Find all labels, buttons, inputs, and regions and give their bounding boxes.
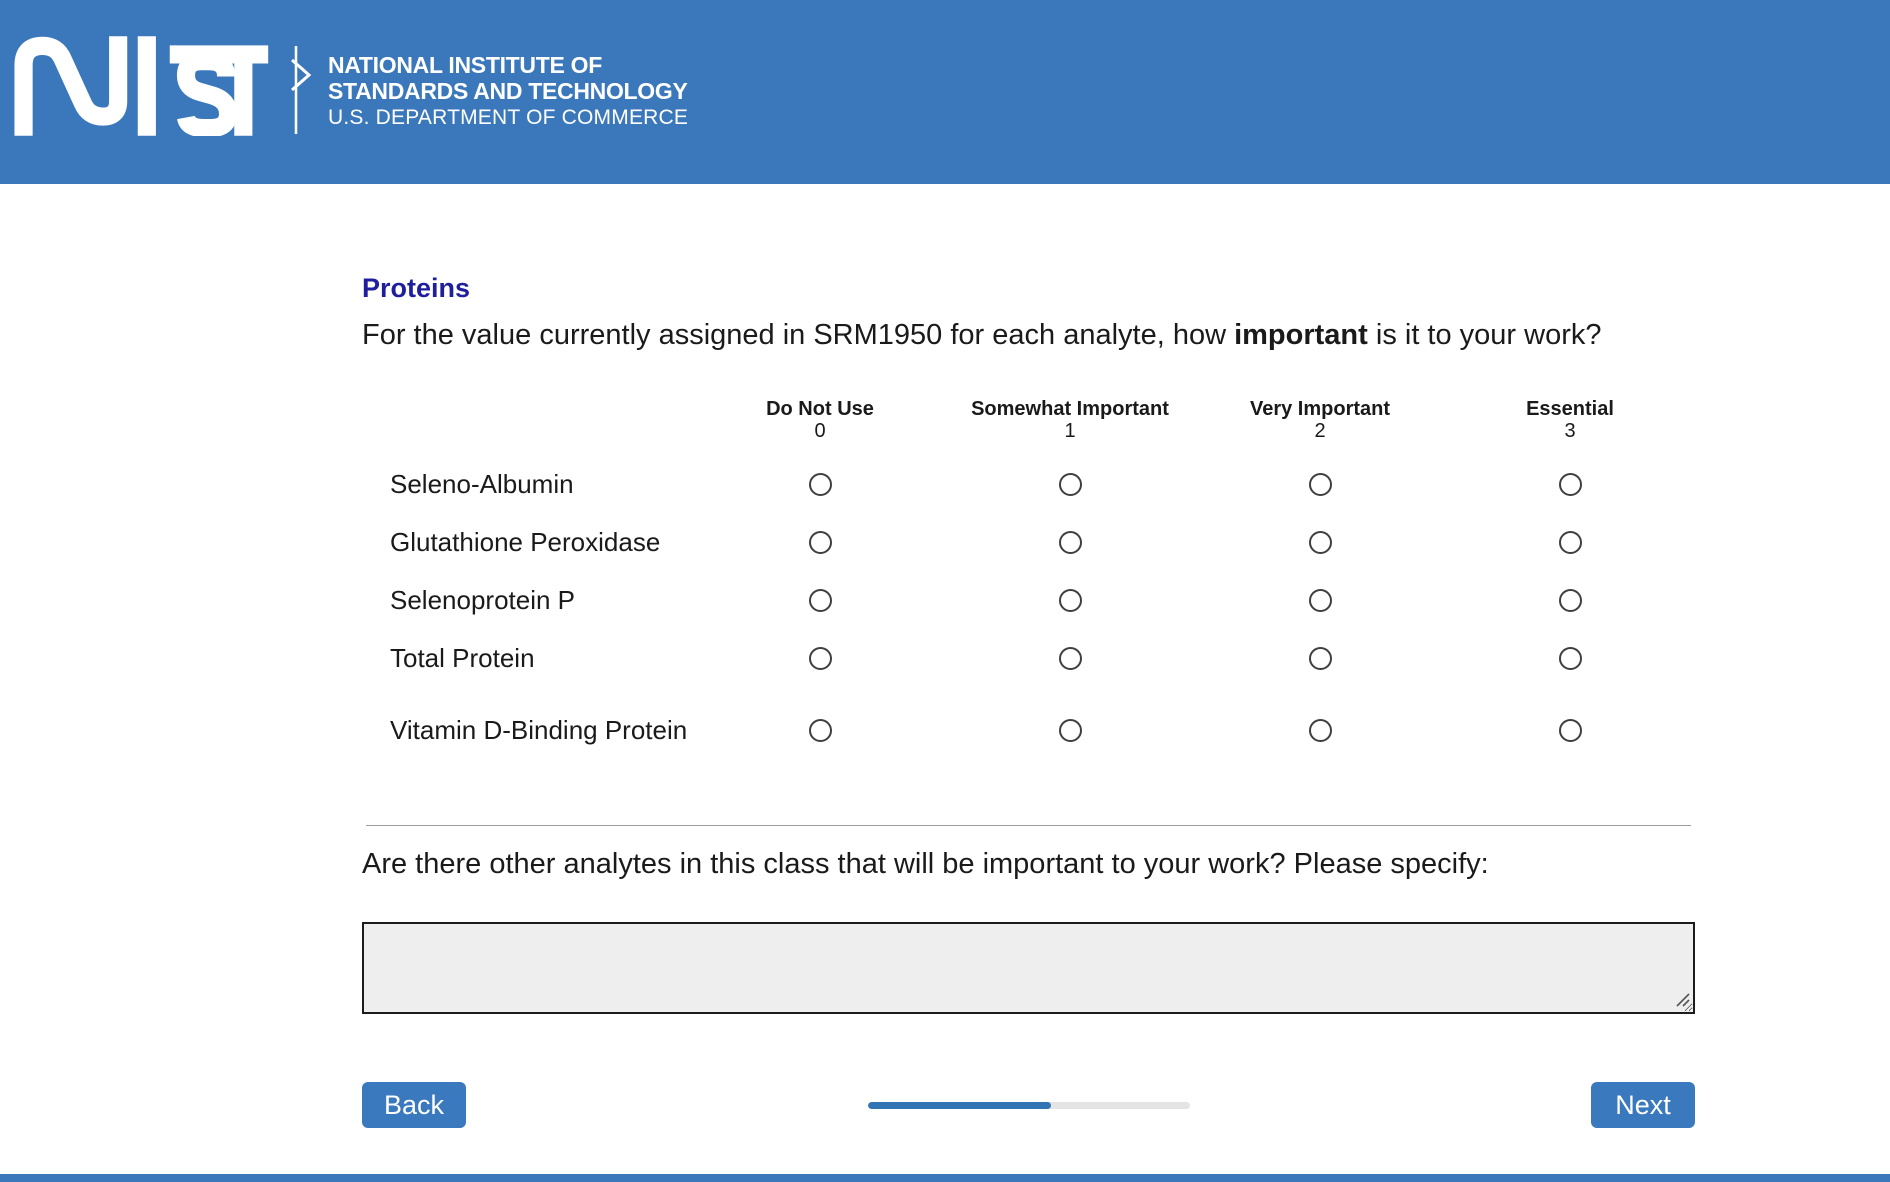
column-header-do-not-use: Do Not Use 0 — [695, 398, 945, 442]
footer-bar — [0, 1174, 1890, 1182]
radio-button-row1-col2[interactable] — [1309, 531, 1332, 554]
nist-logo: NATIONAL INSTITUTE OF STANDARDS AND TECH… — [14, 36, 688, 140]
section-title: Proteins — [362, 273, 1695, 303]
column-header-very-important: Very Important 2 — [1195, 398, 1445, 442]
radio-button-row2-col1[interactable] — [1059, 589, 1082, 612]
analyte-row-vitamin-d-binding-protein: Vitamin D-Binding Protein — [390, 687, 1695, 773]
radio-button-row3-col2[interactable] — [1309, 647, 1332, 670]
radio-button-row3-col1[interactable] — [1059, 647, 1082, 670]
importance-question-after: is it to your work? — [1368, 319, 1602, 351]
progress-bar — [868, 1102, 1190, 1109]
radio-cell — [1195, 647, 1445, 670]
column-header-label: Do Not Use — [695, 398, 945, 420]
matrix-header-row: Do Not Use 0 Somewhat Important 1 Very I… — [390, 398, 1695, 442]
radio-cell — [1445, 589, 1695, 612]
radio-cell — [945, 589, 1195, 612]
radio-button-row0-col0[interactable] — [809, 473, 832, 496]
matrix-header-spacer — [390, 398, 695, 442]
radio-button-row1-col0[interactable] — [809, 531, 832, 554]
matrix-table: Seleno-Albumin Glutathione Peroxidase Se… — [362, 455, 1695, 773]
radio-button-row3-col3[interactable] — [1559, 647, 1582, 670]
column-header-value: 0 — [695, 420, 945, 442]
column-header-label: Somewhat Important — [945, 398, 1195, 420]
agency-name-line3: U.S. DEPARTMENT OF COMMERCE — [328, 104, 688, 131]
radio-button-row0-col1[interactable] — [1059, 473, 1082, 496]
agency-name-line1: NATIONAL INSTITUTE OF — [328, 52, 688, 78]
radio-button-row4-col0[interactable] — [809, 719, 832, 742]
analyte-label: Seleno-Albumin — [390, 469, 695, 500]
survey-page: NATIONAL INSTITUTE OF STANDARDS AND TECH… — [0, 0, 1890, 1182]
radio-cell — [1445, 647, 1695, 670]
radio-cell — [1195, 589, 1445, 612]
navigation-row: Back Next — [362, 1082, 1695, 1128]
radio-button-row4-col3[interactable] — [1559, 719, 1582, 742]
site-header: NATIONAL INSTITUTE OF STANDARDS AND TECH… — [0, 0, 1890, 184]
survey-content: Proteins For the value currently assigne… — [362, 184, 1695, 1128]
column-header-value: 3 — [1445, 420, 1695, 442]
radio-button-row0-col3[interactable] — [1559, 473, 1582, 496]
importance-question-bold: important — [1234, 319, 1368, 351]
analyte-row-seleno-albumin: Seleno-Albumin — [390, 455, 1695, 513]
logo-separator-icon — [284, 36, 314, 140]
other-analytes-question: Are there other analytes in this class t… — [362, 846, 1695, 882]
radio-cell — [945, 647, 1195, 670]
radio-cell — [695, 719, 945, 742]
radio-button-row0-col2[interactable] — [1309, 473, 1332, 496]
radio-cell — [1445, 719, 1695, 742]
analyte-label: Selenoprotein P — [390, 585, 695, 616]
radio-cell — [1445, 531, 1695, 554]
radio-cell — [1195, 531, 1445, 554]
radio-button-row2-col3[interactable] — [1559, 589, 1582, 612]
agency-name: NATIONAL INSTITUTE OF STANDARDS AND TECH… — [328, 36, 688, 131]
radio-cell — [1195, 473, 1445, 496]
radio-button-row2-col0[interactable] — [809, 589, 832, 612]
section-divider — [366, 825, 1691, 826]
column-header-value: 2 — [1195, 420, 1445, 442]
progress-fill — [868, 1102, 1052, 1109]
radio-cell — [1445, 473, 1695, 496]
column-header-somewhat-important: Somewhat Important 1 — [945, 398, 1195, 442]
column-header-essential: Essential 3 — [1445, 398, 1695, 442]
analyte-label: Vitamin D-Binding Protein — [390, 715, 695, 746]
importance-question: For the value currently assigned in SRM1… — [362, 317, 1695, 353]
other-analytes-textarea[interactable] — [362, 922, 1695, 1014]
radio-button-row1-col3[interactable] — [1559, 531, 1582, 554]
other-analytes-field-wrap — [362, 922, 1695, 1014]
analyte-label: Total Protein — [390, 643, 695, 674]
column-header-label: Essential — [1445, 398, 1695, 420]
radio-cell — [945, 719, 1195, 742]
analyte-row-total-protein: Total Protein — [390, 629, 1695, 687]
radio-button-row2-col2[interactable] — [1309, 589, 1332, 612]
radio-button-row4-col1[interactable] — [1059, 719, 1082, 742]
column-header-label: Very Important — [1195, 398, 1445, 420]
radio-cell — [945, 531, 1195, 554]
radio-button-row1-col1[interactable] — [1059, 531, 1082, 554]
radio-cell — [945, 473, 1195, 496]
agency-name-line2: STANDARDS AND TECHNOLOGY — [328, 78, 688, 104]
analyte-row-glutathione-peroxidase: Glutathione Peroxidase — [390, 513, 1695, 571]
radio-button-row3-col0[interactable] — [809, 647, 832, 670]
back-button[interactable]: Back — [362, 1082, 466, 1128]
analyte-label: Glutathione Peroxidase — [390, 527, 695, 558]
radio-button-row4-col2[interactable] — [1309, 719, 1332, 742]
radio-cell — [695, 473, 945, 496]
radio-cell — [695, 647, 945, 670]
radio-cell — [695, 589, 945, 612]
nist-wordmark-icon — [14, 36, 272, 136]
analyte-row-selenoprotein-p: Selenoprotein P — [390, 571, 1695, 629]
importance-question-before: For the value currently assigned in SRM1… — [362, 319, 1234, 351]
radio-cell — [1195, 719, 1445, 742]
next-button[interactable]: Next — [1591, 1082, 1695, 1128]
radio-cell — [695, 531, 945, 554]
column-header-value: 1 — [945, 420, 1195, 442]
